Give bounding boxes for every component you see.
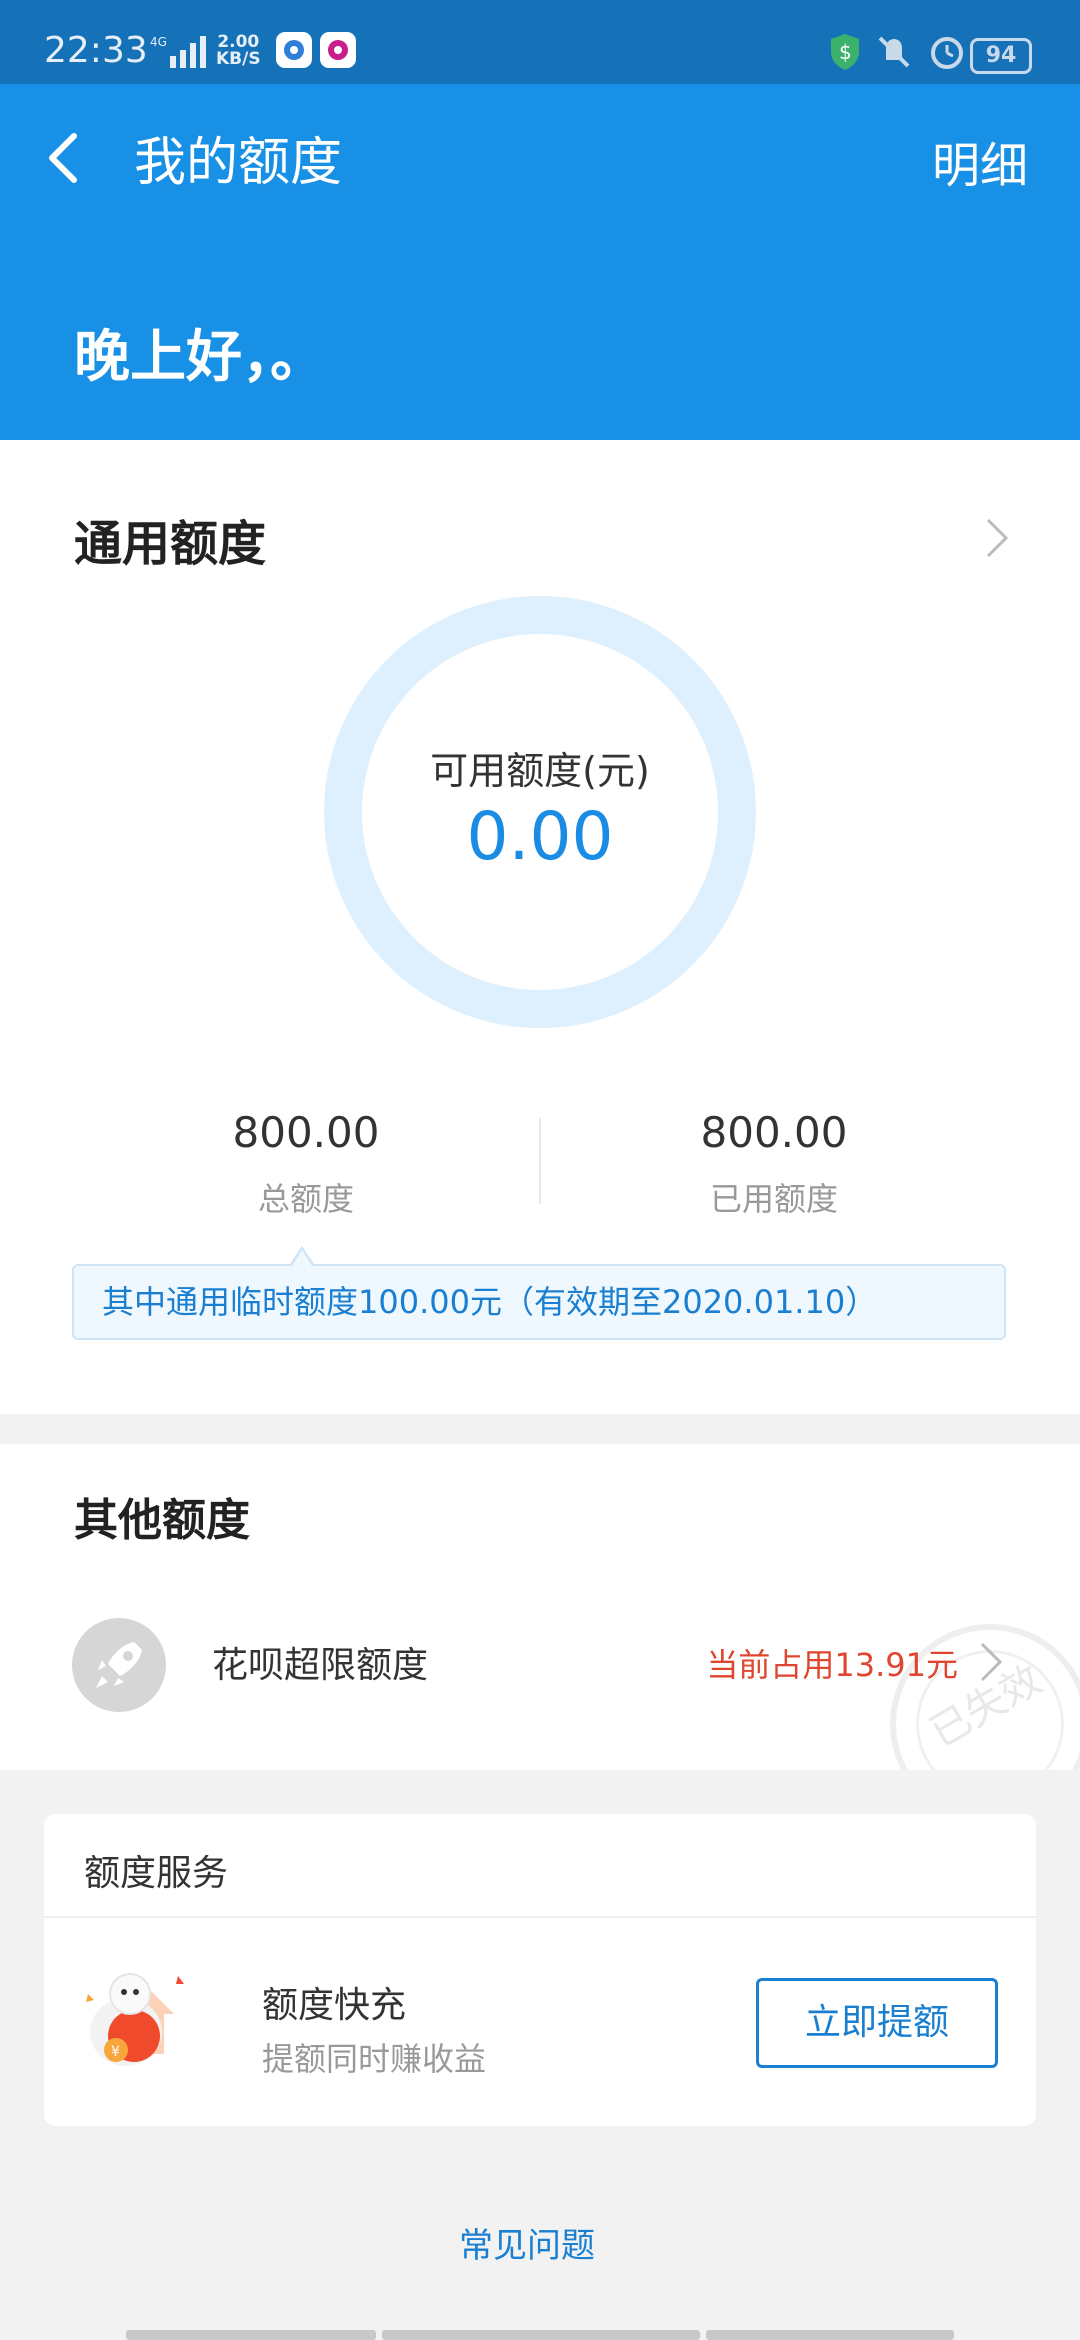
alarm-icon	[931, 37, 963, 69]
svg-text:$: $	[839, 40, 852, 64]
available-quota-label: 可用额度(元)	[430, 749, 650, 793]
status-bar: 22:33 4G 2.00 KB/S $ 94	[0, 0, 1080, 84]
notice-pointer	[292, 1250, 312, 1266]
divider	[539, 1118, 541, 1204]
general-quota-card[interactable]: 通用额度 可用额度(元) 0.00 800.00 总额度 800.00 已用额度…	[0, 440, 1080, 1414]
overlimit-quota-status: 当前占用13.91元	[706, 1646, 958, 1684]
signal-icon: 4G	[150, 35, 206, 68]
raise-quota-button[interactable]: 立即提额	[756, 1978, 998, 2068]
back-arrow-icon[interactable]	[44, 128, 84, 188]
divider	[44, 1916, 1036, 1918]
rocket-icon	[72, 1618, 166, 1712]
network-type: 4G	[150, 35, 167, 49]
status-time: 22:33	[44, 30, 148, 71]
other-quota-card: 其他额度 已失效 花呗超限额度 当前占用13.91元	[0, 1444, 1080, 1770]
network-speed: 2.00 KB/S	[216, 32, 261, 69]
other-quota-title: 其他额度	[74, 1495, 250, 1546]
shield-icon: $	[831, 34, 859, 70]
quota-service-title: 额度服务	[84, 1853, 229, 1894]
nav-indicator	[706, 2330, 954, 2340]
detail-button[interactable]: 明细	[932, 126, 1028, 196]
greeting-text: 晚上好，。	[74, 325, 326, 390]
available-quota-value: 0.00	[466, 798, 614, 875]
mute-vibrate-icon	[878, 36, 910, 68]
quick-recharge-name: 额度快充	[262, 1985, 407, 2026]
quota-service-card: 额度服务 ¥ 额度快充 提额同时赚收益 立即提额	[44, 1814, 1036, 2126]
app-notification-icon	[276, 32, 312, 68]
svg-text:¥: ¥	[111, 2044, 120, 2060]
overlimit-quota-name[interactable]: 花呗超限额度	[212, 1636, 428, 1688]
nav-indicator	[382, 2330, 700, 2340]
page-header: 我的额度 明细 晚上好，。	[0, 84, 1080, 440]
page-title: 我的额度	[134, 133, 343, 193]
chevron-right-icon[interactable]	[982, 516, 1012, 560]
nav-indicator	[126, 2330, 376, 2340]
faq-link[interactable]: 常见问题	[0, 2218, 1054, 2267]
app-notification-icon	[320, 32, 356, 68]
chevron-right-icon[interactable]	[976, 1640, 1006, 1684]
temporary-quota-notice: 其中通用临时额度100.00元（有效期至2020.01.10）	[72, 1264, 1006, 1340]
quick-recharge-subtitle: 提额同时赚收益	[262, 2040, 487, 2078]
general-quota-title: 通用额度	[74, 516, 267, 572]
total-quota-label: 总额度	[257, 1180, 354, 1218]
total-quota-value: 800.00	[232, 1108, 380, 1157]
mascot-icon: ¥	[86, 1973, 184, 2066]
used-quota-label: 已用额度	[709, 1180, 838, 1218]
battery-icon: 94	[970, 38, 1032, 74]
used-quota-value: 800.00	[700, 1108, 848, 1157]
